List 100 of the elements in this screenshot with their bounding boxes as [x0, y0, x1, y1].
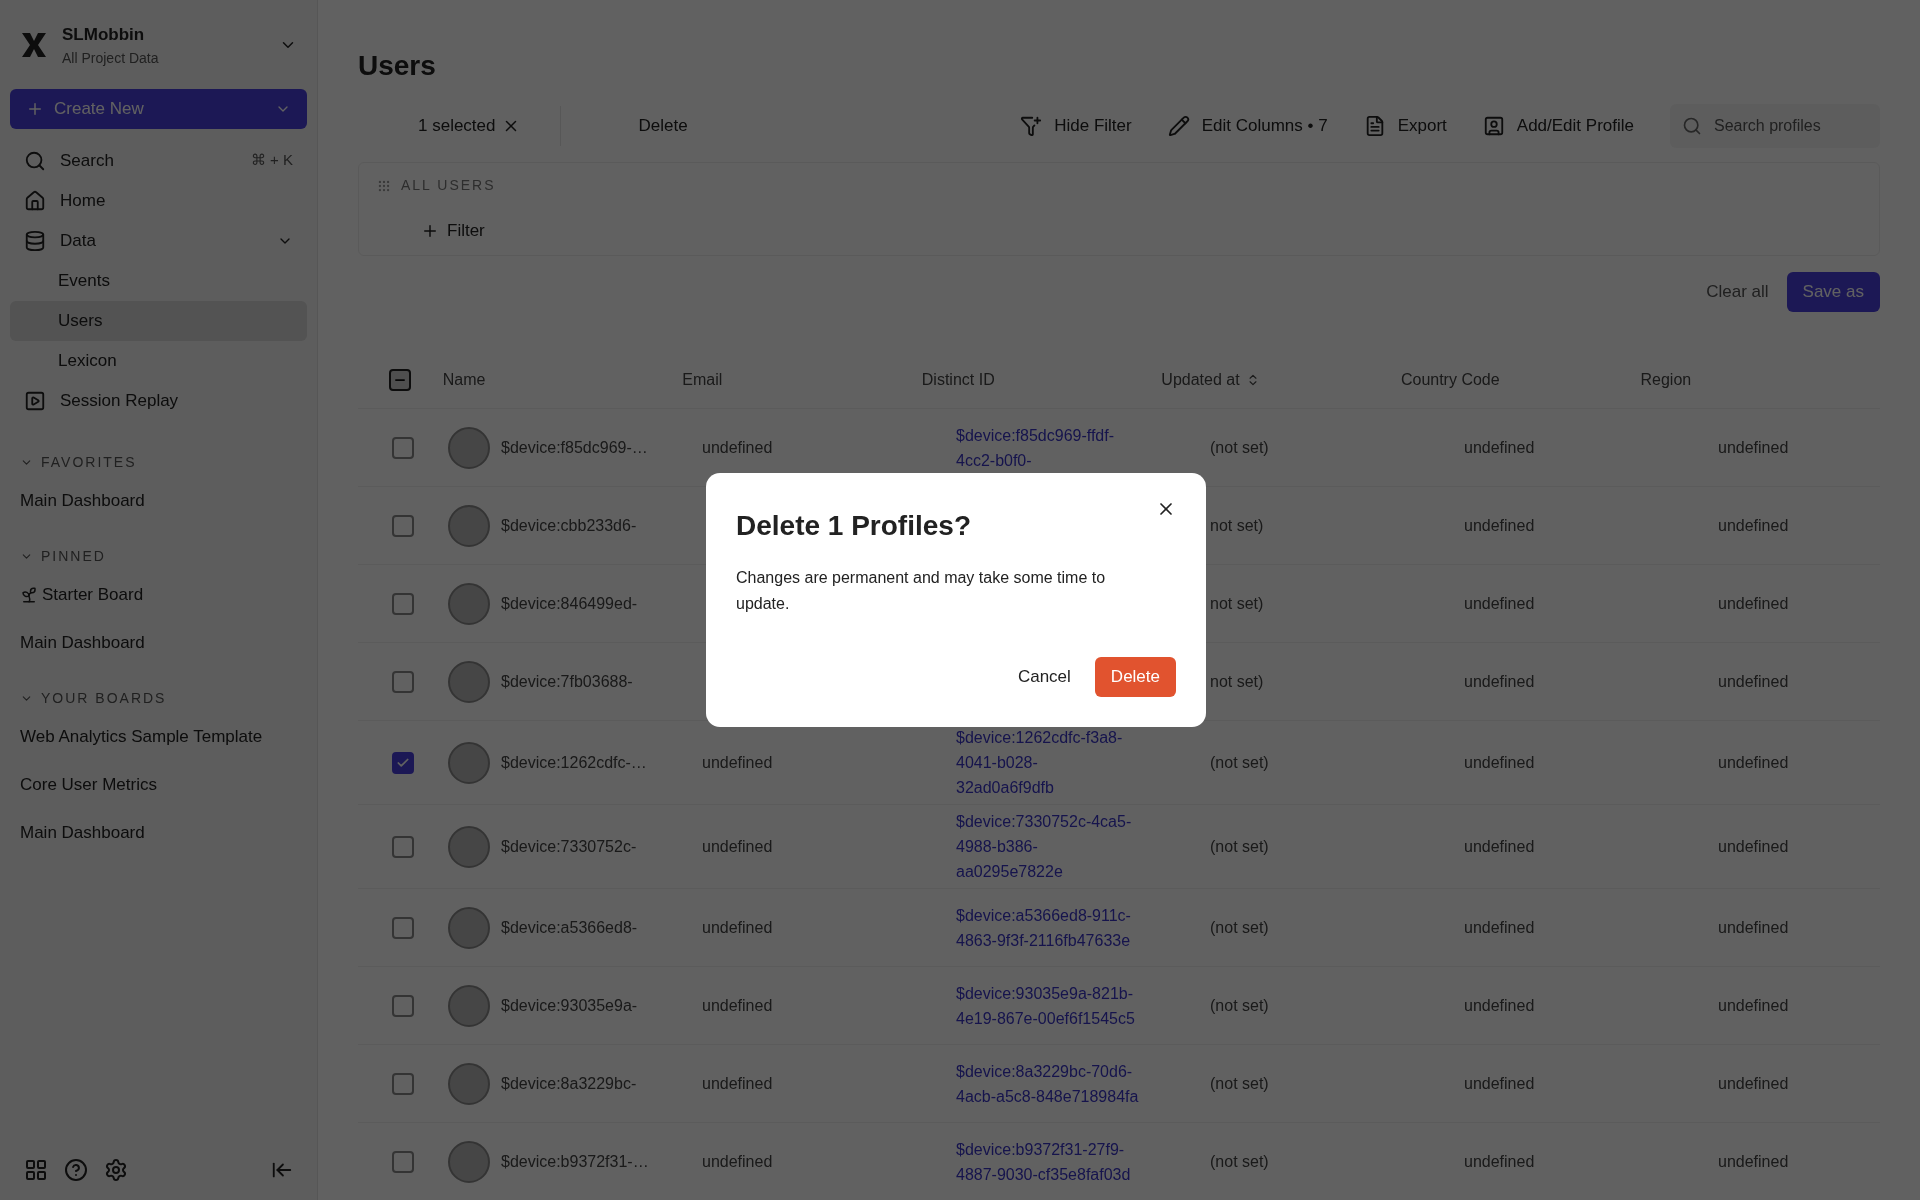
pencil-icon [1167, 115, 1190, 137]
cancel-button[interactable]: Cancel [1017, 664, 1071, 690]
table-cell: (not set) [1210, 837, 1269, 855]
checkbox[interactable] [392, 916, 414, 939]
create-new-button[interactable]: Create New [10, 88, 307, 129]
table-cell: undefined [1718, 438, 1789, 456]
avatar [448, 825, 490, 868]
table-cell: undefined [1464, 672, 1535, 690]
table-cell: undefined [702, 1152, 773, 1170]
avatar [448, 741, 490, 784]
filter-icon [1020, 115, 1043, 137]
column-header[interactable]: Distinct ID [921, 368, 995, 392]
workspace-subtitle: All Project Data [62, 48, 160, 68]
distinct-id-link[interactable]: $device:93035e9a-821b- 4e19-867e-00ef6f1545c5 [956, 980, 1200, 1031]
board-link[interactable]: Main Dashboard [20, 629, 145, 656]
column-header[interactable]: Updated at [1161, 368, 1240, 392]
table-cell: undefined [1464, 516, 1535, 534]
board-link[interactable]: Main Dashboard [20, 819, 145, 846]
settings-icon[interactable] [104, 1158, 128, 1182]
checkbox[interactable] [392, 1072, 414, 1095]
table-cell-text: $device:f85dc969-… [501, 437, 648, 458]
column-header[interactable]: Name [442, 368, 486, 392]
checkbox[interactable] [392, 670, 414, 693]
table-row[interactable]: $device:8a3229bc- undefined $device:8a3229bc-70d6- 4acb-a5c8-848e718984fa (not set) undefined undefined [358, 1044, 1880, 1122]
checkbox[interactable] [392, 1150, 414, 1173]
nav-subitem[interactable]: Users [10, 300, 307, 341]
checkbox[interactable] [389, 369, 412, 391]
board-link[interactable]: Core User Metrics [20, 771, 157, 798]
page-title: Users [358, 49, 437, 83]
checkbox[interactable] [392, 835, 414, 858]
nav-item[interactable]: Home [10, 180, 307, 221]
table-row[interactable]: $device:93035e9a- undefined $device:93035e9a-821b- 4e19-867e-00ef6f1545c5 (not set) undefined undefined [358, 966, 1880, 1044]
board-link[interactable]: Main Dashboard [20, 487, 145, 514]
checkbox[interactable] [392, 592, 414, 615]
save-as-button[interactable]: Save as [1786, 272, 1880, 312]
nav-subitem[interactable]: Lexicon [10, 340, 307, 381]
table-row[interactable]: $device:a5366ed8- undefined $device:a5366ed8-911c- 4863-9f3f-2116fb47633e (not set) undefined undefined [358, 888, 1880, 966]
table-cell: undefined [1464, 1152, 1535, 1170]
table-cell: undefined [1718, 837, 1789, 855]
confirm-delete-button[interactable]: Delete [1094, 657, 1176, 697]
column-header[interactable]: Region [1640, 368, 1692, 392]
search-field[interactable]: Search profiles [1670, 104, 1880, 148]
toolbar-button[interactable]: Export [1363, 113, 1447, 139]
column-header[interactable]: Country Code [1400, 368, 1500, 392]
section-heading: FAVORITES [41, 453, 137, 472]
distinct-id-link[interactable]: $device:7330752c-4ca5- 4988-b386- aa0295e7822e [956, 809, 1200, 884]
table-cell: undefined [1718, 996, 1789, 1014]
table-cell: not set) [1210, 672, 1264, 690]
table-cell: (not set) [1210, 753, 1269, 771]
checkbox[interactable] [392, 436, 414, 459]
table-cell: undefined [1718, 594, 1789, 612]
table-cell: undefined [1718, 516, 1789, 534]
table-cell: (not set) [1210, 918, 1269, 936]
table-cell: undefined [1718, 672, 1789, 690]
nav-item[interactable]: Data [10, 220, 307, 261]
table-cell: undefined [1464, 438, 1535, 456]
nav-subitem[interactable]: Events [10, 260, 307, 301]
delete-button[interactable]: Delete [638, 113, 688, 139]
section-heading: PINNED [41, 547, 106, 566]
sprout-icon [20, 585, 38, 604]
board-link[interactable]: Starter Board [42, 581, 144, 608]
avatar [448, 1062, 490, 1105]
table-cell: undefined [1464, 996, 1535, 1014]
table-cell: undefined [1464, 918, 1535, 936]
grid-icon[interactable] [24, 1158, 48, 1182]
add-filter-button[interactable]: Filter [421, 218, 485, 244]
checkbox[interactable] [392, 994, 414, 1017]
user-icon [1482, 115, 1505, 137]
table-cell: undefined [1718, 1152, 1789, 1170]
distinct-id-link[interactable]: $device:a5366ed8-911c- 4863-9f3f-2116fb47633e [956, 902, 1200, 953]
drag-handle-icon[interactable] [377, 178, 391, 193]
table-cell: (not set) [1210, 1152, 1269, 1170]
table-cell: undefined [702, 438, 773, 456]
table-row[interactable]: $device:7330752c- undefined $device:7330752c-4ca5- 4988-b386- aa0295e7822e (not set) undefined undefined [358, 804, 1880, 888]
avatar [448, 660, 490, 703]
clear-all-button[interactable]: Clear all [1706, 279, 1769, 305]
distinct-id-link[interactable]: $device:f85dc969-ffdf- 4cc2-b0f0- [956, 422, 1200, 473]
dialog-message: Changes are permanent and may take some time to update. [736, 568, 1107, 614]
nav-item[interactable]: Search ⌘ + K [10, 140, 307, 181]
distinct-id-link[interactable]: $device:b9372f31-27f9- 4887-9030-cf35e8faf03d [956, 1136, 1200, 1187]
checkbox[interactable] [392, 751, 414, 774]
clear-selection-button[interactable]: 1 selected [418, 113, 520, 139]
distinct-id-link[interactable]: $device:8a3229bc-70d6- 4acb-a5c8-848e718984fa [956, 1058, 1200, 1109]
help-icon[interactable] [64, 1158, 88, 1182]
toolbar-button[interactable]: Add/Edit Profile [1482, 113, 1634, 139]
table-cell-text: $device:7fb03688- [501, 671, 633, 692]
board-link[interactable]: Web Analytics Sample Template [20, 723, 263, 750]
shortcut-hint: ⌘ + K [250, 150, 293, 171]
avatar [448, 504, 490, 547]
table-cell-text: $device:93035e9a- [501, 995, 638, 1016]
table-row[interactable]: $device:b9372f31-… undefined $device:b9372f31-27f9- 4887-9030-cf35e8faf03d (not set) undefined undefined [358, 1122, 1880, 1200]
checkbox[interactable] [392, 514, 414, 537]
toolbar-button[interactable]: Edit Columns • 7 [1167, 113, 1328, 139]
column-header[interactable]: Email [682, 368, 723, 392]
table-cell-text: $device:cbb233d6- [501, 515, 637, 536]
workspace-name: SLMobbin [62, 24, 146, 46]
table-cell: undefined [1718, 753, 1789, 771]
distinct-id-link[interactable]: $device:1262cdfc-f3a8- 4041-b028- 32ad0a6f9dfb [956, 725, 1200, 800]
toolbar-button[interactable]: Hide Filter [1020, 113, 1132, 139]
nav-item[interactable]: Session Replay [10, 380, 307, 421]
